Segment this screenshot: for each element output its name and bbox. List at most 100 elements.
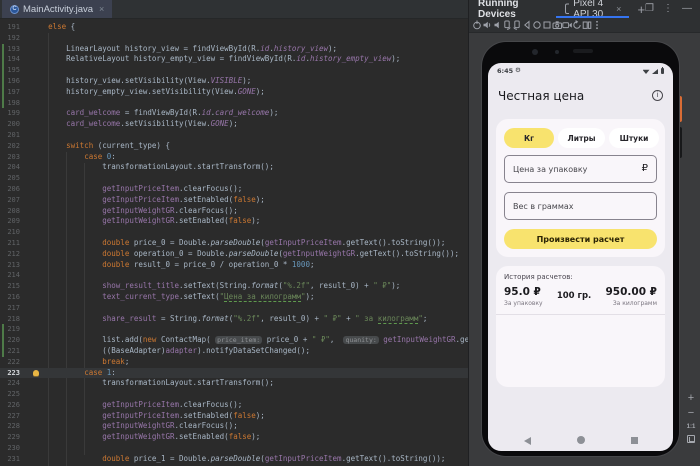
line-number[interactable]: 191 [0,22,20,33]
line-number[interactable]: 213 [0,260,20,271]
line-number[interactable]: 196 [0,76,20,87]
code-line[interactable]: 202 switch (current_type) { [0,141,468,152]
screenshot-icon[interactable] [552,20,562,31]
zoom-out-button[interactable]: − [688,408,694,419]
code-line[interactable]: 214 [0,270,468,281]
code-line[interactable]: 222 break; [0,357,468,368]
add-device-tab-button[interactable]: + [637,2,645,17]
unit-tab-liters[interactable]: Литры [558,128,605,148]
code-line[interactable]: 199 card_welcome = findViewById(R.id.car… [0,108,468,119]
code-line[interactable]: 198 [0,97,468,109]
code-line[interactable]: 197 history_empty_view.setVisibility(Vie… [0,86,468,98]
line-number[interactable]: 228 [0,421,20,432]
line-number[interactable]: 202 [0,141,20,152]
code-line[interactable]: 191 else { [0,22,468,33]
editor-tab-mainactivity[interactable]: C MainActivity.java × [2,0,113,18]
volume-up-icon[interactable] [482,20,492,31]
code-line[interactable]: 231 double price_1 = Double.parseDouble(… [0,454,468,465]
code-line[interactable]: 223 case 1: [0,367,468,379]
line-number[interactable]: 209 [0,216,20,227]
intention-lightbulb-icon[interactable] [33,369,39,376]
line-number[interactable]: 231 [0,454,20,465]
code-line[interactable]: 224 transformationLayout.startTransform(… [0,378,468,389]
line-number[interactable]: 203 [0,152,20,163]
line-number[interactable]: 221 [0,346,20,357]
line-number[interactable]: 195 [0,65,20,76]
code-line[interactable]: 229 getInputWeightGR.setEnabled(false); [0,432,468,443]
rotate-left-icon[interactable] [502,20,512,31]
code-line[interactable]: 216 text_current_type.setText("Цена за к… [0,291,468,303]
line-number[interactable]: 194 [0,54,20,65]
line-number[interactable]: 224 [0,378,20,389]
line-number[interactable]: 214 [0,270,20,281]
fold-icon[interactable] [582,20,592,31]
snapshot-icon[interactable] [572,20,582,31]
actual-size-button[interactable]: 1:1 [687,423,696,431]
nav-back-button[interactable] [524,437,531,445]
line-number[interactable]: 223 [0,368,20,379]
code-line[interactable]: 221 ((BaseAdapter)adapter).notifyDataSet… [0,345,468,357]
back-icon[interactable] [522,20,532,31]
line-number[interactable]: 222 [0,357,20,368]
close-icon[interactable]: × [616,4,621,14]
code-line[interactable]: 227 getInputPriceItem.setEnabled(false); [0,411,468,422]
device-tab-pixel4[interactable]: Pixel 4 API 30 × [555,0,630,20]
more-icon[interactable] [592,20,602,31]
restore-window-icon[interactable]: ❐ [645,4,654,14]
code-line[interactable]: 194 RelativeLayout history_empty_view = … [0,54,468,66]
code-line[interactable]: 208 getInputWeightGR.clearFocus(); [0,206,468,217]
code-line[interactable]: 209 getInputWeightGR.setEnabled(false); [0,216,468,227]
code-line[interactable]: 204 transformationLayout.startTransform(… [0,162,468,173]
power-icon[interactable] [472,20,482,31]
line-number[interactable]: 229 [0,432,20,443]
line-number[interactable]: 212 [0,249,20,260]
code-line[interactable]: 213 double result_0 = price_0 / operatio… [0,260,468,271]
nav-recents-button[interactable] [631,437,638,444]
code-line[interactable]: 192 [0,33,468,44]
unit-tab-pieces[interactable]: Штуки [609,128,659,148]
code-area[interactable]: 191 else {192 193 LinearLayout history_vi… [0,19,468,466]
code-line[interactable]: 206 getInputPriceItem.clearFocus(); [0,184,468,195]
line-number[interactable]: 211 [0,238,20,249]
line-number[interactable]: 193 [0,44,20,55]
code-line[interactable]: 218 share_result = String.format("%.2f",… [0,313,468,325]
line-number[interactable]: 215 [0,281,20,292]
line-number[interactable]: 200 [0,119,20,130]
line-number[interactable]: 218 [0,314,20,325]
code-line[interactable]: 196 history_view.setVisibility(View.VISI… [0,75,468,87]
overview-icon[interactable] [542,20,552,31]
code-line[interactable]: 210 [0,227,468,238]
info-icon[interactable]: i [652,90,663,101]
code-line[interactable]: 212 double operation_0 = Double.parseDou… [0,249,468,260]
code-line[interactable]: 193 LinearLayout history_view = findView… [0,43,468,55]
line-number[interactable]: 201 [0,130,20,141]
code-line[interactable]: 225 [0,389,468,400]
code-line[interactable]: 228 getInputWeightGR.clearFocus(); [0,421,468,432]
line-number[interactable]: 199 [0,108,20,119]
screen-record-icon[interactable] [562,20,572,31]
code-line[interactable]: 195 [0,65,468,76]
line-number[interactable]: 208 [0,206,20,217]
rotate-right-icon[interactable] [512,20,522,31]
line-number[interactable]: 192 [0,33,20,44]
code-line[interactable]: 220 list.add(new ContactMap( price_item:… [0,335,468,346]
volume-down-icon[interactable] [492,20,502,31]
code-line[interactable]: 230 [0,443,468,454]
line-number[interactable]: 197 [0,87,20,98]
code-line[interactable]: 201 [0,130,468,141]
line-number[interactable]: 205 [0,173,20,184]
more-icon[interactable]: ⋮ [663,4,673,14]
code-line[interactable]: 219 [0,324,468,336]
code-line[interactable]: 215 show_result_title.setText(String.for… [0,281,468,292]
calculate-button[interactable]: Произвести расчет [504,229,657,249]
zoom-in-button[interactable]: + [688,393,694,404]
code-line[interactable]: 211 double price_0 = Double.parseDouble(… [0,238,468,249]
code-line[interactable]: 217 [0,303,468,314]
nav-home-button[interactable] [577,436,585,444]
line-number[interactable]: 227 [0,411,20,422]
code-line[interactable]: 200 card_welcome.setVisibility(View.GONE… [0,119,468,130]
line-number[interactable]: 198 [0,98,20,109]
line-number[interactable]: 206 [0,184,20,195]
line-number[interactable]: 226 [0,400,20,411]
code-line[interactable]: 205 [0,173,468,184]
